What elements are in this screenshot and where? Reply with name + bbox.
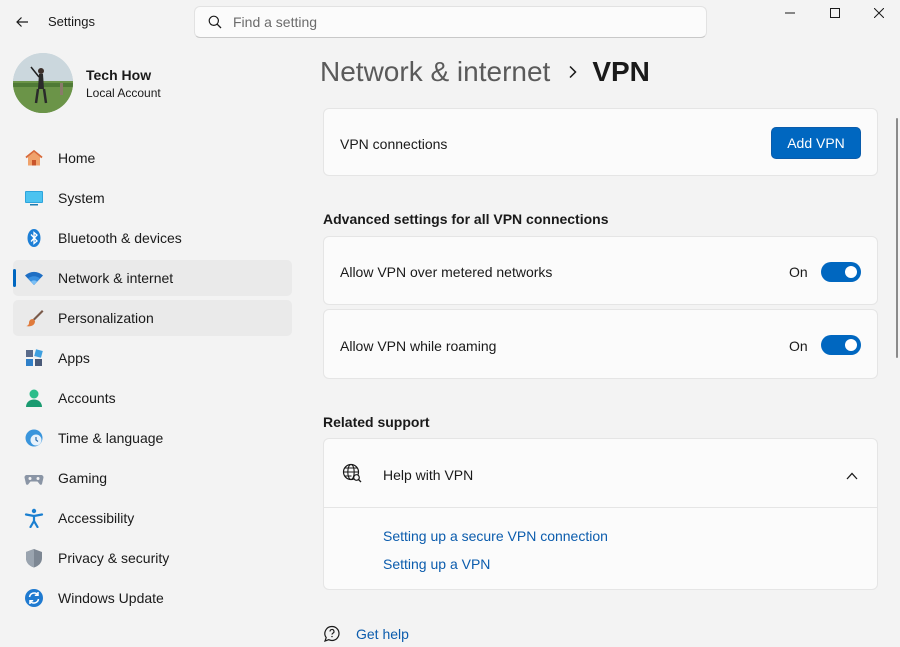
sidebar-item-accessibility[interactable]: Accessibility (13, 500, 292, 536)
chevron-up-icon[interactable] (846, 467, 858, 485)
wifi-icon (23, 267, 45, 289)
roaming-label: Allow VPN while roaming (340, 338, 497, 354)
help-vpn-card: Help with VPN Setting up a secure VPN co… (323, 438, 878, 590)
sidebar-item-apps[interactable]: Apps (13, 340, 292, 376)
metered-toggle[interactable] (821, 262, 861, 282)
add-vpn-button[interactable]: Add VPN (771, 127, 861, 159)
sidebar-item-label: Windows Update (58, 590, 164, 606)
apps-icon (23, 347, 45, 369)
sidebar-item-time-language[interactable]: Time & language (13, 420, 292, 456)
search-input[interactable] (233, 14, 673, 30)
minimize-button[interactable] (768, 0, 812, 26)
maximize-button[interactable] (813, 0, 857, 26)
brush-icon (23, 307, 45, 329)
title-bar: Settings (0, 0, 900, 44)
chevron-right-icon (568, 65, 578, 79)
app-title: Settings (48, 14, 95, 29)
sidebar-item-label: Personalization (58, 310, 154, 326)
roaming-toggle[interactable] (821, 335, 861, 355)
get-help-link[interactable]: Get help (323, 625, 409, 643)
vpn-connections-label: VPN connections (340, 136, 448, 152)
metered-toggle-state: On (789, 264, 808, 280)
maximize-icon (830, 8, 840, 18)
link-setting-up-vpn[interactable]: Setting up a VPN (383, 556, 490, 572)
related-support-title: Related support (323, 414, 430, 430)
sidebar-item-label: Accounts (58, 390, 116, 406)
breadcrumb: Network & internet VPN (320, 56, 650, 88)
sidebar-item-gaming[interactable]: Gaming (13, 460, 292, 496)
bluetooth-icon (23, 227, 45, 249)
help-vpn-header[interactable]: Help with VPN (324, 439, 877, 507)
vpn-connections-card: VPN connections Add VPN (323, 108, 878, 176)
sidebar-item-label: Network & internet (58, 270, 174, 286)
toggle-knob (845, 339, 857, 351)
system-icon (23, 187, 45, 209)
active-indicator (13, 269, 16, 287)
help-chat-icon (323, 625, 341, 643)
close-button[interactable] (857, 0, 900, 26)
sidebar-item-label: Accessibility (58, 510, 135, 526)
profile-account-type: Local Account (86, 85, 161, 100)
shield-icon (23, 547, 45, 569)
globe-search-icon (342, 463, 362, 488)
roaming-card: Allow VPN while roaming On (323, 309, 878, 379)
search-box[interactable] (194, 6, 707, 38)
page-title: VPN (592, 56, 650, 87)
advanced-settings-title: Advanced settings for all VPN connection… (323, 211, 609, 227)
back-arrow-icon (16, 17, 28, 27)
help-vpn-title: Help with VPN (383, 467, 474, 483)
sidebar-item-label: Privacy & security (58, 550, 170, 566)
sidebar-item-bluetooth[interactable]: Bluetooth & devices (13, 220, 292, 256)
sidebar-item-system[interactable]: System (13, 180, 292, 216)
person-icon (23, 387, 45, 409)
sidebar-item-privacy[interactable]: Privacy & security (13, 540, 292, 576)
sidebar-item-label: Gaming (58, 470, 108, 486)
sidebar-item-network[interactable]: Network & internet (13, 260, 292, 296)
minimize-icon (785, 12, 795, 14)
sidebar-item-label: Home (58, 150, 96, 166)
link-secure-vpn-connection[interactable]: Setting up a secure VPN connection (383, 528, 608, 544)
search-icon (207, 14, 223, 30)
breadcrumb-parent[interactable]: Network & internet (320, 56, 550, 88)
profile-name: Tech How (86, 66, 152, 83)
home-icon (23, 147, 45, 169)
user-profile[interactable]: Tech How Local Account (13, 53, 161, 113)
sidebar-item-home[interactable]: Home (13, 140, 292, 176)
sidebar-item-label: Apps (58, 350, 90, 366)
scrollbar[interactable] (896, 118, 898, 358)
sidebar-item-windows-update[interactable]: Windows Update (13, 580, 292, 616)
avatar (13, 53, 73, 113)
back-button[interactable] (10, 10, 34, 34)
metered-networks-label: Allow VPN over metered networks (340, 264, 553, 280)
toggle-knob (845, 266, 857, 278)
sidebar-item-label: Time & language (58, 430, 164, 446)
sidebar-item-label: System (58, 190, 105, 206)
close-icon (874, 8, 884, 18)
roaming-toggle-state: On (789, 338, 808, 354)
sidebar-item-accounts[interactable]: Accounts (13, 380, 292, 416)
gamepad-icon (23, 467, 45, 489)
clock-globe-icon (23, 427, 45, 449)
sidebar-item-personalization[interactable]: Personalization (13, 300, 292, 336)
get-help-label: Get help (356, 626, 409, 642)
metered-networks-card: Allow VPN over metered networks On (323, 236, 878, 305)
update-icon (23, 587, 45, 609)
accessibility-icon (23, 507, 45, 529)
sidebar-item-label: Bluetooth & devices (58, 230, 182, 246)
golfer-photo-icon (13, 53, 73, 113)
sidebar-nav: Home System Bluetooth & devices Network … (13, 140, 292, 620)
divider (324, 507, 877, 508)
